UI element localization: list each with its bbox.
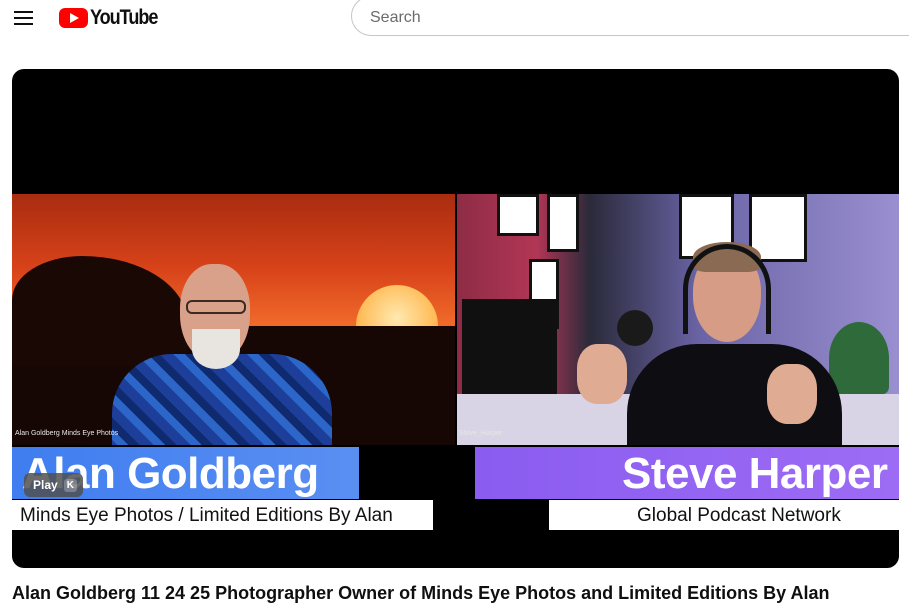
logo-text: YouTube [90,6,158,29]
right-hand [767,364,817,424]
search-box[interactable] [351,0,909,36]
play-button[interactable]: Play K [24,473,83,497]
wall-frame [497,194,539,236]
left-video-pane: Alan Goldberg Minds Eye Photos [12,194,455,445]
glasses [186,300,246,314]
headphones [683,244,771,334]
video-title: Alan Goldberg 11 24 25 Photographer Owne… [12,583,830,603]
wall-frame [547,194,579,252]
right-camera-tag: Steve_Harper [459,430,503,437]
hamburger-menu-icon[interactable] [14,9,34,25]
microphone [617,310,653,346]
youtube-play-icon [59,8,88,28]
right-subtitle-text: Global Podcast Network [637,505,841,526]
left-camera-tag: Alan Goldberg Minds Eye Photos [15,430,119,437]
right-video-pane: Steve_Harper [457,194,899,445]
right-name-text: Steve Harper [622,449,888,498]
monitor [462,299,557,394]
tree-silhouette [12,256,187,366]
left-person-beard [192,329,240,369]
youtube-logo[interactable]: YouTube [59,6,168,29]
plant [829,322,889,394]
search-input[interactable] [368,3,872,33]
top-bar: YouTube [0,0,909,36]
video-player[interactable]: Alan Goldberg Minds Eye Photos Steve_Har… [12,69,899,568]
left-subtitle-text: Minds Eye Photos / Limited Editions By A… [20,505,393,526]
play-label: Play [33,478,58,492]
left-hand [577,344,627,404]
keyboard-shortcut-badge: K [63,478,77,492]
